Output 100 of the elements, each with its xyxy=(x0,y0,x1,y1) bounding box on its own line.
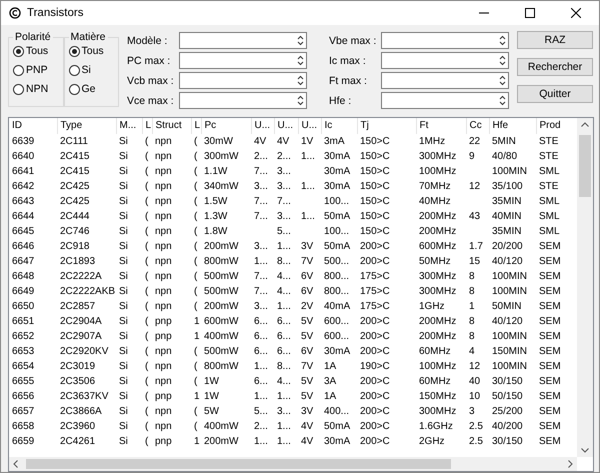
column-header[interactable]: Tj xyxy=(357,118,416,134)
column-header[interactable]: Cc xyxy=(466,118,489,134)
table-cell-text: ( xyxy=(144,360,150,374)
spin-field[interactable] xyxy=(179,92,307,109)
vertical-scrollbar[interactable] xyxy=(577,118,593,457)
maximize-icon[interactable] xyxy=(525,8,535,18)
radio-option[interactable]: Ge xyxy=(68,81,118,97)
radio-option[interactable]: Tous xyxy=(68,43,118,59)
table-cell-text: SEM xyxy=(538,330,562,344)
table-cell-text: 1... xyxy=(276,420,292,434)
column-header[interactable]: U... xyxy=(274,118,298,134)
table-cell-text: npn xyxy=(154,270,173,284)
spin-arrows-icon[interactable] xyxy=(499,55,506,66)
radio-option[interactable]: PNP xyxy=(13,62,62,78)
column-header[interactable]: ID xyxy=(9,118,57,134)
table-cell-text: 2C415 xyxy=(59,150,90,164)
table-cell-text: 3 xyxy=(468,405,476,419)
spin-arrows-icon[interactable] xyxy=(499,75,506,86)
column-header[interactable]: Pc xyxy=(201,118,251,134)
close-icon[interactable] xyxy=(571,8,581,18)
table-cell-text: Si xyxy=(118,405,129,419)
column-header[interactable]: Type xyxy=(57,118,116,134)
table-cell: ( xyxy=(142,134,152,149)
spin-arrows-icon[interactable] xyxy=(297,35,304,46)
spin-arrows-icon[interactable] xyxy=(297,95,304,106)
table-cell-text: 15 xyxy=(468,255,482,269)
table-cell-text: 30/150 xyxy=(491,375,524,389)
table-cell-text: 4V xyxy=(300,435,314,449)
column-header[interactable]: Hfe xyxy=(489,118,536,134)
radio-button[interactable] xyxy=(68,84,80,94)
table-cell: 4V xyxy=(274,134,298,149)
table-cell-text: 200mW xyxy=(203,240,240,254)
table-cell-text: SEM xyxy=(538,300,562,314)
table-cell-text: 6653 xyxy=(11,345,36,359)
radio-option[interactable]: Si xyxy=(68,62,118,78)
column-header[interactable]: L xyxy=(142,118,152,134)
table-cell: STE xyxy=(536,134,579,149)
scroll-thumb[interactable] xyxy=(26,459,451,469)
table-cell-text: pnp xyxy=(154,435,173,449)
action-button[interactable]: Quitter xyxy=(517,85,593,103)
radio-button[interactable] xyxy=(68,46,80,56)
table-cell-text: 150>C xyxy=(359,225,391,239)
spin-arrows-icon[interactable] xyxy=(297,55,304,66)
table-cell-text: npn xyxy=(154,285,173,299)
radio-button[interactable] xyxy=(13,64,24,76)
spin-arrows-icon[interactable] xyxy=(499,95,506,106)
table-cell-text: 400mW xyxy=(203,330,240,344)
horizontal-scrollbar[interactable] xyxy=(9,457,577,471)
table-cell-text: SML xyxy=(538,210,561,224)
column-header[interactable]: U... xyxy=(251,118,274,134)
table-cell-text: 6649 xyxy=(11,285,36,299)
table-cell-text: 150>C xyxy=(359,150,391,164)
radio-button[interactable] xyxy=(68,64,80,76)
spin-arrows-icon[interactable] xyxy=(297,75,304,86)
radio-button[interactable] xyxy=(13,84,24,94)
spin-field[interactable] xyxy=(179,72,307,89)
column-header[interactable]: M... xyxy=(116,118,142,134)
table-cell-text: 2... xyxy=(276,150,292,164)
column-header[interactable]: L xyxy=(191,118,201,134)
table-cell-text: npn xyxy=(154,420,173,434)
table-cell-text: 6648 xyxy=(11,270,36,284)
spin-field[interactable] xyxy=(381,32,509,49)
spin-field[interactable] xyxy=(179,32,307,49)
table-cell-text: 175>C xyxy=(359,300,391,314)
table-cell-text: 1 xyxy=(193,315,201,329)
table-cell-text: 6644 xyxy=(11,210,36,224)
table-cell-text: ( xyxy=(193,180,198,194)
column-header[interactable]: Ic xyxy=(321,118,357,134)
app-icon xyxy=(9,7,21,19)
scroll-thumb[interactable] xyxy=(579,135,591,197)
table-cell-text: 3... xyxy=(276,405,292,419)
table-cell-text: 300MHz xyxy=(418,270,458,284)
table-cell-text: 2.5 xyxy=(468,435,484,449)
column-header[interactable]: Struct xyxy=(152,118,191,134)
table-cell-text: 50mA xyxy=(323,420,352,434)
table-cell-text: npn xyxy=(154,165,173,179)
table-cell-text: 35/100 xyxy=(491,180,524,194)
table-cell-text: SEM xyxy=(538,270,562,284)
table-cell-text: 200mW xyxy=(203,435,240,449)
table-cell-text: SEM xyxy=(538,420,562,434)
action-button[interactable]: RAZ xyxy=(517,31,593,49)
table-cell-text: 2C3637KV xyxy=(59,390,110,404)
column-header[interactable]: U... xyxy=(298,118,321,134)
table-cell-text: 7V xyxy=(300,255,314,269)
spin-field[interactable] xyxy=(179,52,307,69)
table-cell-text: 1A xyxy=(323,390,338,404)
table-cell-text: 6640 xyxy=(11,150,36,164)
action-button[interactable]: Rechercher xyxy=(517,58,593,76)
spin-field[interactable] xyxy=(381,92,509,109)
radio-option[interactable]: Tous xyxy=(13,43,62,59)
radio-option[interactable]: NPN xyxy=(13,81,62,97)
spin-arrows-icon[interactable] xyxy=(499,35,506,46)
spin-field[interactable] xyxy=(381,52,509,69)
spin-field[interactable] xyxy=(381,72,509,89)
radio-button[interactable] xyxy=(13,46,24,56)
table-cell: 1MHz xyxy=(416,134,466,149)
table-cell-text: ( xyxy=(193,360,198,374)
column-header[interactable]: Ft xyxy=(416,118,466,134)
table-cell-text: 500mW xyxy=(203,270,240,284)
table-cell-text: ( xyxy=(193,210,198,224)
